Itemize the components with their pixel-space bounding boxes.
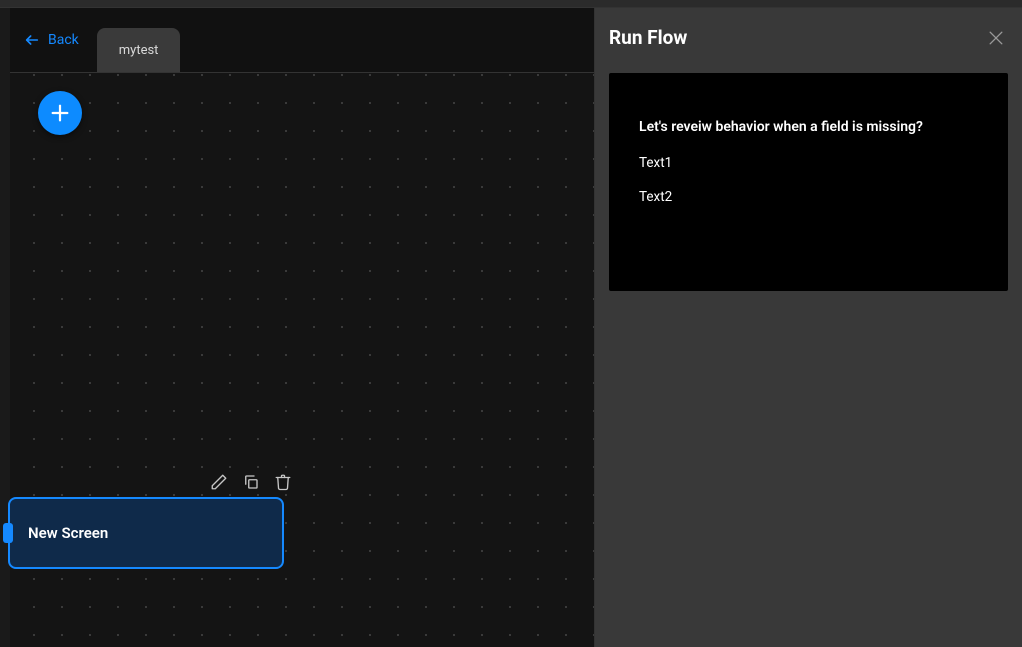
close-panel-button[interactable]	[986, 28, 1006, 48]
node-action-toolbar	[210, 473, 292, 491]
edit-button[interactable]	[210, 473, 228, 491]
screen-node[interactable]: New Screen	[8, 497, 284, 569]
arrow-left-icon	[24, 32, 40, 48]
flow-canvas[interactable]: New Screen	[10, 73, 594, 647]
delete-button[interactable]	[274, 473, 292, 491]
screen-node-label: New Screen	[28, 524, 108, 542]
trash-icon	[274, 473, 292, 491]
panel-header: Run Flow	[595, 8, 1022, 63]
copy-button[interactable]	[242, 473, 260, 491]
app-top-bar	[0, 0, 1022, 8]
preview-heading: Let's reveiw behavior when a field is mi…	[639, 119, 978, 135]
preview-text-line: Text1	[639, 155, 978, 171]
tab-label: mytest	[119, 43, 159, 58]
plus-icon	[49, 102, 71, 124]
close-icon	[986, 28, 1006, 48]
back-label: Back	[48, 32, 79, 48]
back-button[interactable]: Back	[10, 32, 93, 48]
run-flow-panel: Run Flow Let's reveiw behavior when a fi…	[595, 8, 1022, 647]
add-element-button[interactable]	[38, 91, 82, 135]
editor-header: Back mytest	[10, 8, 594, 73]
node-connection-handle[interactable]	[3, 523, 13, 543]
flow-editor: Back mytest	[0, 8, 595, 647]
panel-title: Run Flow	[609, 26, 687, 49]
preview-text-line: Text2	[639, 189, 978, 205]
copy-icon	[242, 473, 260, 491]
pencil-icon	[210, 473, 228, 491]
flow-preview: Let's reveiw behavior when a field is mi…	[609, 73, 1008, 291]
flow-tab[interactable]: mytest	[97, 28, 181, 72]
